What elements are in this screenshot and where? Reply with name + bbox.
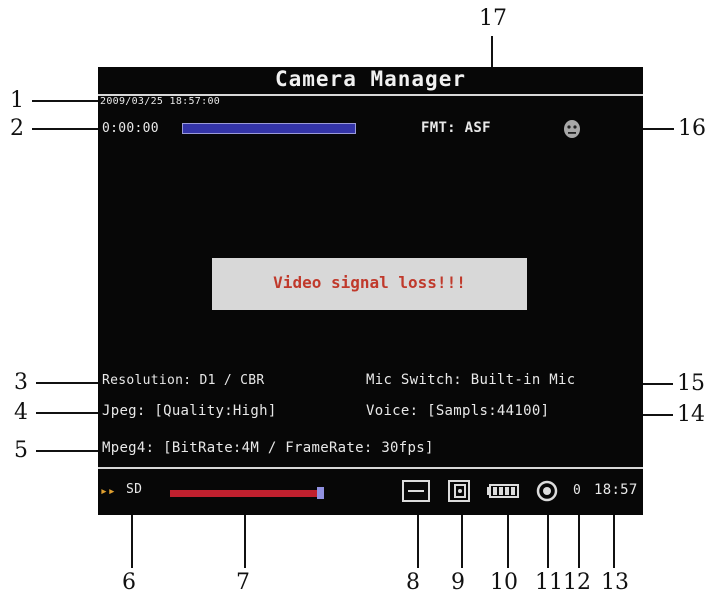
app-title: Camera Manager: [274, 67, 466, 91]
datetime-readout: 2009/03/25 18:57:00: [100, 96, 221, 107]
battery-icon: [487, 484, 519, 498]
display-icon: [402, 480, 430, 502]
clock-readout: 18:57: [594, 482, 638, 498]
volume-level-bar[interactable]: [170, 487, 330, 499]
play-arrows-icon: ▸▸: [100, 484, 116, 499]
mic-switch-readout: Mic Switch: Built-in Mic: [366, 372, 576, 388]
elapsed-time: 0:00:00: [102, 121, 159, 136]
format-readout: FMT: ASF: [421, 120, 491, 136]
callout-5-leader: [36, 450, 102, 452]
camera-screen: Camera Manager 2009/03/25 18:57:00 0:00:…: [98, 67, 643, 515]
signal-loss-message: Video signal loss!!!: [273, 273, 466, 292]
callout-14: 14: [677, 402, 705, 427]
counter-readout: 0: [573, 483, 582, 498]
callout-10: 10: [490, 570, 518, 595]
callout-2-leader: [32, 128, 102, 130]
callout-2: 2: [10, 116, 24, 141]
callout-1-leader: [32, 100, 102, 102]
jpeg-quality-readout: Jpeg: [Quality:High]: [102, 403, 277, 419]
callout-4: 4: [14, 400, 28, 425]
callout-8: 8: [406, 570, 420, 595]
callout-5: 5: [14, 438, 28, 463]
callout-11: 11: [535, 570, 563, 595]
callout-9: 9: [451, 570, 465, 595]
callout-15: 15: [677, 371, 705, 396]
volume-level-knob[interactable]: [317, 487, 325, 499]
callout-17: 17: [479, 6, 507, 31]
recording-progress-bar: [182, 123, 356, 134]
callout-3-leader: [36, 382, 102, 384]
volume-level-fill: [170, 490, 318, 497]
face-icon: [564, 120, 580, 138]
record-icon: [536, 480, 558, 502]
status-divider: [98, 467, 643, 469]
status-bar: ▸▸ SD 0 18:57: [98, 470, 643, 515]
callout-12: 12: [563, 570, 591, 595]
callout-1: 1: [10, 88, 24, 113]
callout-4-leader: [36, 412, 102, 414]
storage-label: SD: [126, 482, 143, 497]
callout-3: 3: [14, 370, 28, 395]
voice-sample-readout: Voice: [Sampls:44100]: [366, 403, 550, 419]
camera-icon: [448, 480, 470, 502]
title-bar: Camera Manager: [98, 67, 643, 94]
resolution-readout: Resolution: D1 / CBR: [102, 373, 265, 388]
mpeg4-readout: Mpeg4: [BitRate:4M / FrameRate: 30fps]: [102, 440, 434, 456]
callout-7: 7: [236, 570, 250, 595]
callout-6: 6: [122, 570, 136, 595]
signal-loss-dialog: Video signal loss!!!: [212, 258, 527, 310]
callout-13: 13: [601, 570, 629, 595]
callout-16: 16: [678, 116, 706, 141]
